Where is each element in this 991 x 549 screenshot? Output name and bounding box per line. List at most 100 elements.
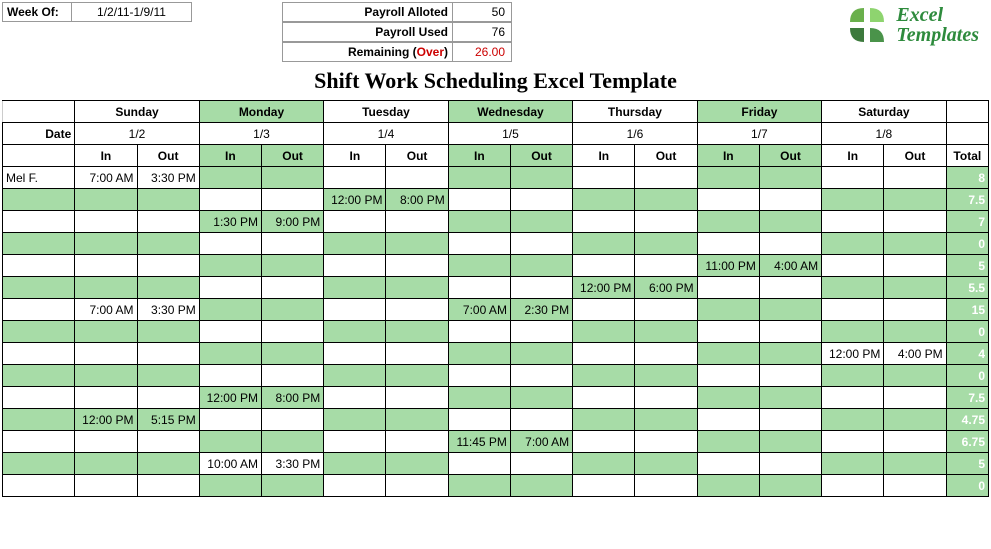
time-cell[interactable] xyxy=(261,277,323,299)
time-cell[interactable] xyxy=(822,431,884,453)
time-cell[interactable] xyxy=(324,409,386,431)
time-cell[interactable] xyxy=(448,277,510,299)
time-cell[interactable] xyxy=(75,475,137,497)
time-cell[interactable] xyxy=(635,211,697,233)
time-cell[interactable] xyxy=(635,343,697,365)
time-cell[interactable] xyxy=(697,365,759,387)
employee-name[interactable] xyxy=(3,475,75,497)
time-cell[interactable] xyxy=(261,475,323,497)
time-cell[interactable] xyxy=(635,255,697,277)
time-cell[interactable] xyxy=(635,299,697,321)
employee-name[interactable] xyxy=(3,255,75,277)
time-cell[interactable] xyxy=(573,233,635,255)
time-cell[interactable] xyxy=(759,321,821,343)
time-cell[interactable] xyxy=(386,387,448,409)
time-cell[interactable]: 12:00 PM xyxy=(324,189,386,211)
time-cell[interactable] xyxy=(884,365,946,387)
time-cell[interactable] xyxy=(884,233,946,255)
time-cell[interactable] xyxy=(510,233,572,255)
employee-name[interactable] xyxy=(3,233,75,255)
payroll-remaining-value[interactable]: 26.00 xyxy=(452,42,512,62)
time-cell[interactable] xyxy=(199,475,261,497)
time-cell[interactable] xyxy=(386,453,448,475)
time-cell[interactable] xyxy=(324,475,386,497)
time-cell[interactable] xyxy=(75,453,137,475)
time-cell[interactable] xyxy=(884,255,946,277)
time-cell[interactable] xyxy=(573,453,635,475)
time-cell[interactable] xyxy=(137,387,199,409)
time-cell[interactable] xyxy=(822,277,884,299)
time-cell[interactable] xyxy=(448,233,510,255)
time-cell[interactable] xyxy=(386,277,448,299)
time-cell[interactable] xyxy=(448,255,510,277)
time-cell[interactable] xyxy=(759,299,821,321)
date-value[interactable]: 1/7 xyxy=(697,123,821,145)
time-cell[interactable]: 8:00 PM xyxy=(386,189,448,211)
time-cell[interactable] xyxy=(261,365,323,387)
employee-name[interactable] xyxy=(3,431,75,453)
date-value[interactable]: 1/2 xyxy=(75,123,199,145)
time-cell[interactable]: 9:00 PM xyxy=(261,211,323,233)
time-cell[interactable]: 12:00 PM xyxy=(573,277,635,299)
time-cell[interactable] xyxy=(137,453,199,475)
time-cell[interactable]: 7:00 AM xyxy=(448,299,510,321)
time-cell[interactable] xyxy=(697,299,759,321)
time-cell[interactable] xyxy=(697,233,759,255)
time-cell[interactable] xyxy=(884,167,946,189)
time-cell[interactable] xyxy=(448,475,510,497)
employee-name[interactable] xyxy=(3,189,75,211)
time-cell[interactable] xyxy=(573,167,635,189)
time-cell[interactable] xyxy=(324,343,386,365)
time-cell[interactable] xyxy=(884,189,946,211)
time-cell[interactable] xyxy=(635,189,697,211)
time-cell[interactable] xyxy=(822,321,884,343)
time-cell[interactable]: 12:00 PM xyxy=(75,409,137,431)
time-cell[interactable] xyxy=(137,343,199,365)
time-cell[interactable] xyxy=(822,453,884,475)
time-cell[interactable] xyxy=(199,343,261,365)
time-cell[interactable] xyxy=(635,233,697,255)
time-cell[interactable] xyxy=(697,189,759,211)
time-cell[interactable] xyxy=(386,299,448,321)
time-cell[interactable] xyxy=(822,233,884,255)
time-cell[interactable] xyxy=(635,453,697,475)
time-cell[interactable] xyxy=(884,387,946,409)
time-cell[interactable] xyxy=(573,189,635,211)
time-cell[interactable] xyxy=(199,431,261,453)
time-cell[interactable] xyxy=(261,299,323,321)
time-cell[interactable] xyxy=(386,409,448,431)
time-cell[interactable] xyxy=(759,475,821,497)
time-cell[interactable] xyxy=(510,475,572,497)
time-cell[interactable]: 12:00 PM xyxy=(822,343,884,365)
employee-name[interactable] xyxy=(3,387,75,409)
time-cell[interactable] xyxy=(448,409,510,431)
time-cell[interactable] xyxy=(573,431,635,453)
time-cell[interactable] xyxy=(822,387,884,409)
time-cell[interactable] xyxy=(199,189,261,211)
time-cell[interactable]: 3:30 PM xyxy=(261,453,323,475)
time-cell[interactable] xyxy=(199,299,261,321)
time-cell[interactable] xyxy=(75,431,137,453)
time-cell[interactable] xyxy=(510,453,572,475)
employee-name[interactable] xyxy=(3,277,75,299)
time-cell[interactable] xyxy=(448,453,510,475)
time-cell[interactable] xyxy=(261,189,323,211)
date-value[interactable]: 1/3 xyxy=(199,123,323,145)
time-cell[interactable] xyxy=(448,387,510,409)
time-cell[interactable] xyxy=(635,431,697,453)
time-cell[interactable] xyxy=(573,343,635,365)
time-cell[interactable] xyxy=(759,453,821,475)
time-cell[interactable] xyxy=(510,409,572,431)
time-cell[interactable] xyxy=(448,211,510,233)
time-cell[interactable] xyxy=(386,255,448,277)
time-cell[interactable] xyxy=(635,475,697,497)
time-cell[interactable] xyxy=(759,277,821,299)
time-cell[interactable] xyxy=(510,343,572,365)
time-cell[interactable] xyxy=(884,453,946,475)
time-cell[interactable] xyxy=(261,233,323,255)
employee-name[interactable] xyxy=(3,211,75,233)
employee-name[interactable]: Mel F. xyxy=(3,167,75,189)
time-cell[interactable] xyxy=(75,189,137,211)
time-cell[interactable] xyxy=(199,277,261,299)
time-cell[interactable] xyxy=(75,387,137,409)
